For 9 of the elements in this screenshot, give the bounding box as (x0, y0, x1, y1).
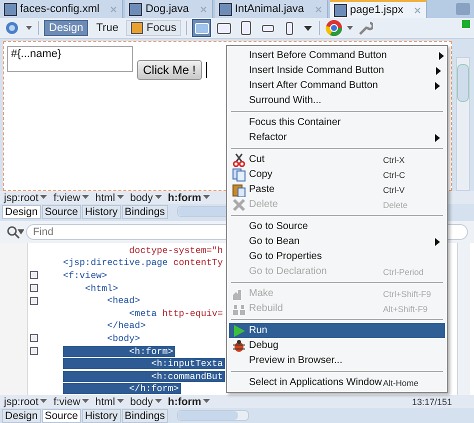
code-line: </head> (106, 320, 147, 332)
code-line: <body> (106, 332, 142, 344)
code-line: <jsp:directive.page contentTy (63, 257, 224, 268)
code-line: <head> (106, 295, 142, 306)
cursor-position: 13:17/151 (412, 396, 452, 406)
code-line: <meta http-equiv= (128, 308, 224, 319)
code-line: doctype-system="h (128, 244, 224, 256)
code-line: <html> (84, 282, 120, 294)
code-line: <f:view> (63, 270, 108, 281)
